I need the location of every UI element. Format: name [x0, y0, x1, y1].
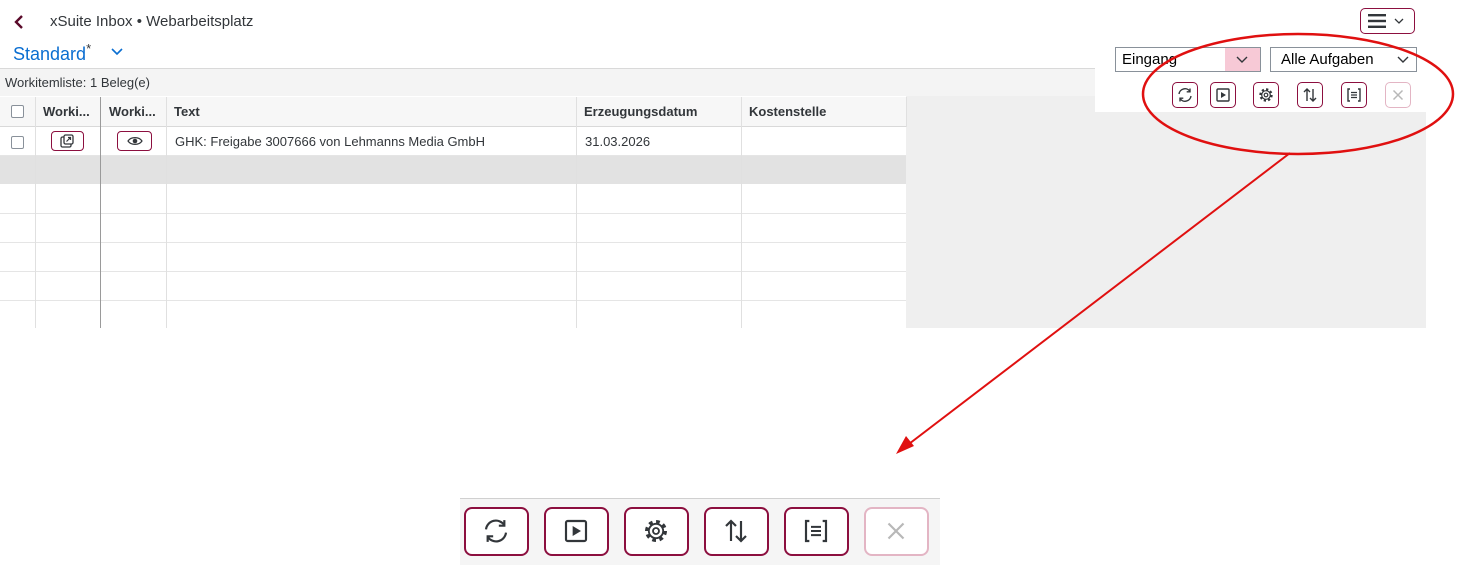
col-header-cost-center[interactable]: Kostenstelle	[741, 97, 906, 127]
task-filter-select[interactable]: Alle Aufgaben	[1270, 47, 1417, 72]
col-header-workitem-2[interactable]: Worki...	[101, 97, 166, 127]
eye-icon	[127, 137, 143, 145]
row-divider	[0, 271, 906, 272]
list-count: Workitemliste: 1 Beleg(e)	[5, 75, 150, 90]
play-icon	[1216, 88, 1230, 102]
sort-icon	[1303, 88, 1317, 102]
row-text: GHK: Freigabe 3007666 von Lehmanns Media…	[175, 134, 486, 149]
group-button[interactable]	[1341, 82, 1367, 108]
row-date: 31.03.2026	[585, 134, 651, 149]
variant-name: Standard	[13, 44, 87, 64]
col-header-text[interactable]: Text	[166, 97, 576, 127]
settings-icon	[1259, 88, 1273, 102]
hamburger-icon	[1368, 14, 1386, 28]
folder-select-value: Eingang	[1122, 51, 1178, 68]
refresh-button-zoomed[interactable]	[464, 507, 529, 556]
group-icon	[804, 519, 828, 543]
pointer-arrowhead	[896, 436, 914, 454]
chevron-down-icon	[1236, 56, 1248, 63]
close-button[interactable]	[1385, 82, 1411, 108]
execute-button-zoomed[interactable]	[544, 507, 609, 556]
chevron-down-icon	[1394, 18, 1404, 24]
chevron-down-icon[interactable]	[109, 43, 125, 59]
col-header-date[interactable]: Erzeugungsdatum	[576, 97, 741, 127]
col-header-workitem-1[interactable]: Worki...	[35, 97, 100, 127]
row-divider	[0, 242, 906, 243]
row-checkbox[interactable]	[11, 136, 24, 149]
execute-button[interactable]	[1210, 82, 1236, 108]
play-icon	[564, 519, 588, 543]
refresh-icon	[484, 519, 508, 543]
sort-button-zoomed[interactable]	[704, 507, 769, 556]
close-icon	[1392, 89, 1404, 101]
sort-icon	[725, 519, 747, 543]
settings-button-zoomed[interactable]	[624, 507, 689, 556]
sort-button[interactable]	[1297, 82, 1323, 108]
back-icon[interactable]	[10, 12, 30, 32]
folder-select-arrow[interactable]	[1225, 48, 1260, 71]
refresh-icon	[1178, 88, 1192, 102]
list-header-bar	[0, 68, 1095, 97]
open-workitem-button[interactable]	[51, 131, 84, 151]
table-row-empty-selected[interactable]	[0, 156, 906, 184]
menu-button[interactable]	[1360, 8, 1415, 34]
app-title: xSuite Inbox • Webarbeitsplatz	[50, 13, 254, 30]
folder-select[interactable]: Eingang	[1115, 47, 1261, 72]
settings-icon	[645, 520, 667, 542]
task-filter-value: Alle Aufgaben	[1281, 51, 1374, 68]
row-divider	[0, 300, 906, 301]
open-external-icon	[60, 134, 74, 148]
row-divider	[0, 213, 906, 214]
preview-workitem-button[interactable]	[117, 131, 152, 151]
refresh-button[interactable]	[1172, 82, 1198, 108]
close-icon	[887, 522, 905, 540]
variant-modified-marker: *	[86, 41, 92, 56]
table-row[interactable]: GHK: Freigabe 3007666 von Lehmanns Media…	[0, 128, 906, 155]
group-button-zoomed[interactable]	[784, 507, 849, 556]
close-button-zoomed[interactable]	[864, 507, 929, 556]
col-divider	[906, 97, 907, 127]
settings-button[interactable]	[1253, 82, 1279, 108]
group-icon	[1347, 88, 1361, 102]
variant-selector[interactable]: Standard*	[13, 41, 91, 65]
chevron-down-icon	[1397, 56, 1409, 63]
select-all-header	[0, 97, 35, 127]
select-all-checkbox[interactable]	[11, 105, 24, 118]
row-divider	[0, 155, 906, 156]
